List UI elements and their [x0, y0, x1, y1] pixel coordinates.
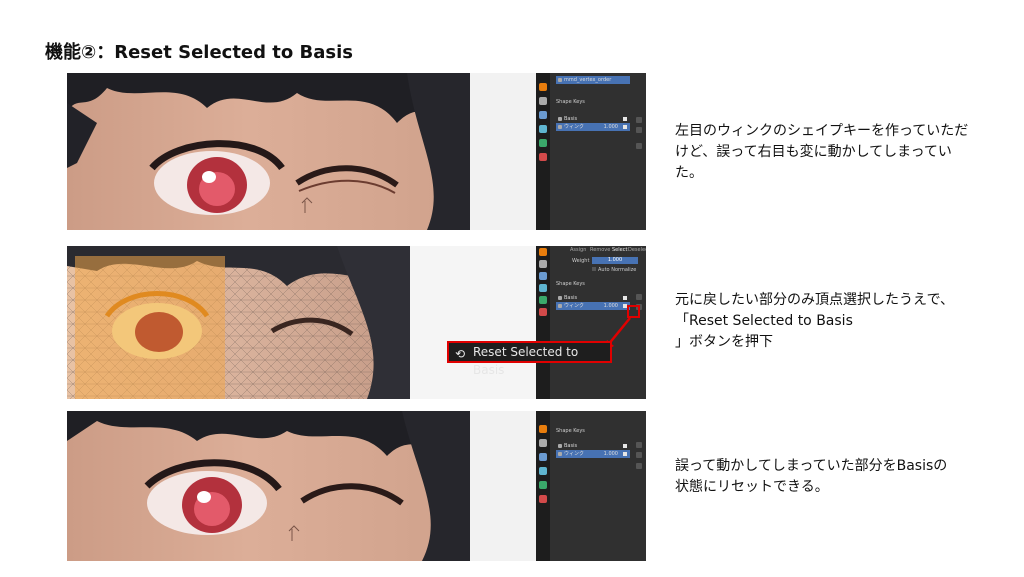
shape-keys-header[interactable]: Shape Keys	[556, 99, 585, 105]
select-button[interactable]: Select	[612, 246, 627, 254]
shape-key-specials-button[interactable]	[636, 463, 642, 469]
assign-button[interactable]: Assign	[570, 246, 586, 254]
slide-title: 機能②：Reset Selected to Basis	[45, 42, 353, 63]
properties-tab-bar[interactable]	[536, 73, 550, 230]
shape-key-icon	[558, 296, 562, 300]
properties-panel: Shape Keys Basis ウィンク 1.000	[550, 411, 646, 561]
properties-tab-bar[interactable]	[536, 411, 550, 561]
shape-key-row[interactable]: Basis	[556, 294, 630, 302]
checkbox-icon[interactable]	[623, 296, 627, 300]
shape-key-icon	[558, 125, 562, 129]
shape-key-icon	[558, 117, 562, 121]
remove-button[interactable]: Remove	[590, 246, 610, 254]
tool-icon[interactable]	[539, 248, 547, 256]
3d-viewport[interactable]	[67, 246, 410, 399]
description-select: 元に戻したい部分のみ頂点選択したうえで、 「Reset Selected to …	[675, 292, 955, 350]
wrench-icon[interactable]	[539, 260, 547, 268]
physics-icon[interactable]	[539, 284, 547, 292]
reset-icon: ⟲	[455, 347, 466, 361]
shape-keys-header[interactable]: Shape Keys	[556, 281, 585, 287]
physics-icon[interactable]	[539, 125, 547, 133]
material-icon[interactable]	[539, 153, 547, 161]
weight-slider[interactable]: 1.000	[592, 257, 638, 264]
shape-key-row[interactable]: Basis	[556, 115, 630, 123]
auto-normalize-checkbox[interactable]: Auto Normalize	[592, 267, 636, 273]
checkbox-icon[interactable]	[623, 117, 627, 121]
checkbox-icon[interactable]	[623, 125, 627, 129]
material-icon[interactable]	[539, 495, 547, 503]
vertex-group-row[interactable]: mmd_vertex_order	[556, 76, 630, 84]
tool-icon[interactable]	[539, 425, 547, 433]
particles-icon[interactable]	[539, 453, 547, 461]
viewport-gizmo-area	[470, 73, 536, 230]
character-face-render-after	[67, 411, 470, 561]
shape-key-icon	[558, 304, 562, 308]
properties-panel: mmd_vertex_order Shape Keys Basis ウィンク 1…	[550, 73, 646, 230]
vertex-group-icon	[558, 78, 562, 82]
shape-key-icon	[558, 452, 562, 456]
3d-viewport[interactable]	[67, 411, 470, 561]
remove-shape-key-button[interactable]	[636, 127, 642, 133]
shape-key-row[interactable]: Basis	[556, 442, 630, 450]
particles-icon[interactable]	[539, 111, 547, 119]
tool-icon[interactable]	[539, 83, 547, 91]
3d-viewport[interactable]	[67, 73, 470, 230]
description-before: 左目のウィンクのシェイプキーを作っていただ けど、誤って右目も変に動かしてしまっ…	[675, 123, 969, 181]
shape-key-row[interactable]: ウィンク 1.000	[556, 302, 630, 310]
shape-key-icon	[558, 444, 562, 448]
wrench-icon[interactable]	[539, 439, 547, 447]
shape-keys-header[interactable]: Shape Keys	[556, 428, 585, 434]
checkbox-icon[interactable]	[623, 444, 627, 448]
add-shape-key-button[interactable]	[636, 442, 642, 448]
particles-icon[interactable]	[539, 272, 547, 280]
viewport-gizmo-area	[470, 411, 536, 561]
material-icon[interactable]	[539, 308, 547, 316]
mesh-data-icon[interactable]	[539, 296, 547, 304]
physics-icon[interactable]	[539, 467, 547, 475]
shape-key-specials-button[interactable]	[636, 143, 642, 149]
deselect-button[interactable]: Deselect	[628, 246, 646, 254]
screenshot-panel-before: mmd_vertex_order Shape Keys Basis ウィンク 1…	[67, 73, 646, 230]
mesh-data-icon[interactable]	[539, 481, 547, 489]
checkbox-icon	[592, 267, 596, 271]
description-after: 誤って動かしてしまっていた部分をBasisの 状態にリセットできる。	[675, 458, 948, 495]
remove-shape-key-button[interactable]	[636, 452, 642, 458]
screenshot-panel-after: Shape Keys Basis ウィンク 1.000	[67, 411, 646, 561]
character-mesh-edit-render	[67, 246, 410, 399]
character-face-render	[67, 73, 470, 230]
checkbox-icon[interactable]	[623, 452, 627, 456]
mesh-data-icon[interactable]	[539, 139, 547, 147]
add-shape-key-button[interactable]	[636, 294, 642, 300]
weight-label: Weight	[572, 258, 590, 264]
shape-key-row[interactable]: ウィンク 1.000	[556, 450, 630, 458]
shape-key-row[interactable]: ウィンク 1.000	[556, 123, 630, 131]
reset-selected-to-basis-button[interactable]: ⟲ Reset Selected to Basis	[447, 341, 612, 377]
add-shape-key-button[interactable]	[636, 117, 642, 123]
vertex-group-buttons: Assign Remove Select Deselect	[554, 246, 646, 254]
shape-key-specials-button[interactable]	[627, 305, 640, 318]
wrench-icon[interactable]	[539, 97, 547, 105]
